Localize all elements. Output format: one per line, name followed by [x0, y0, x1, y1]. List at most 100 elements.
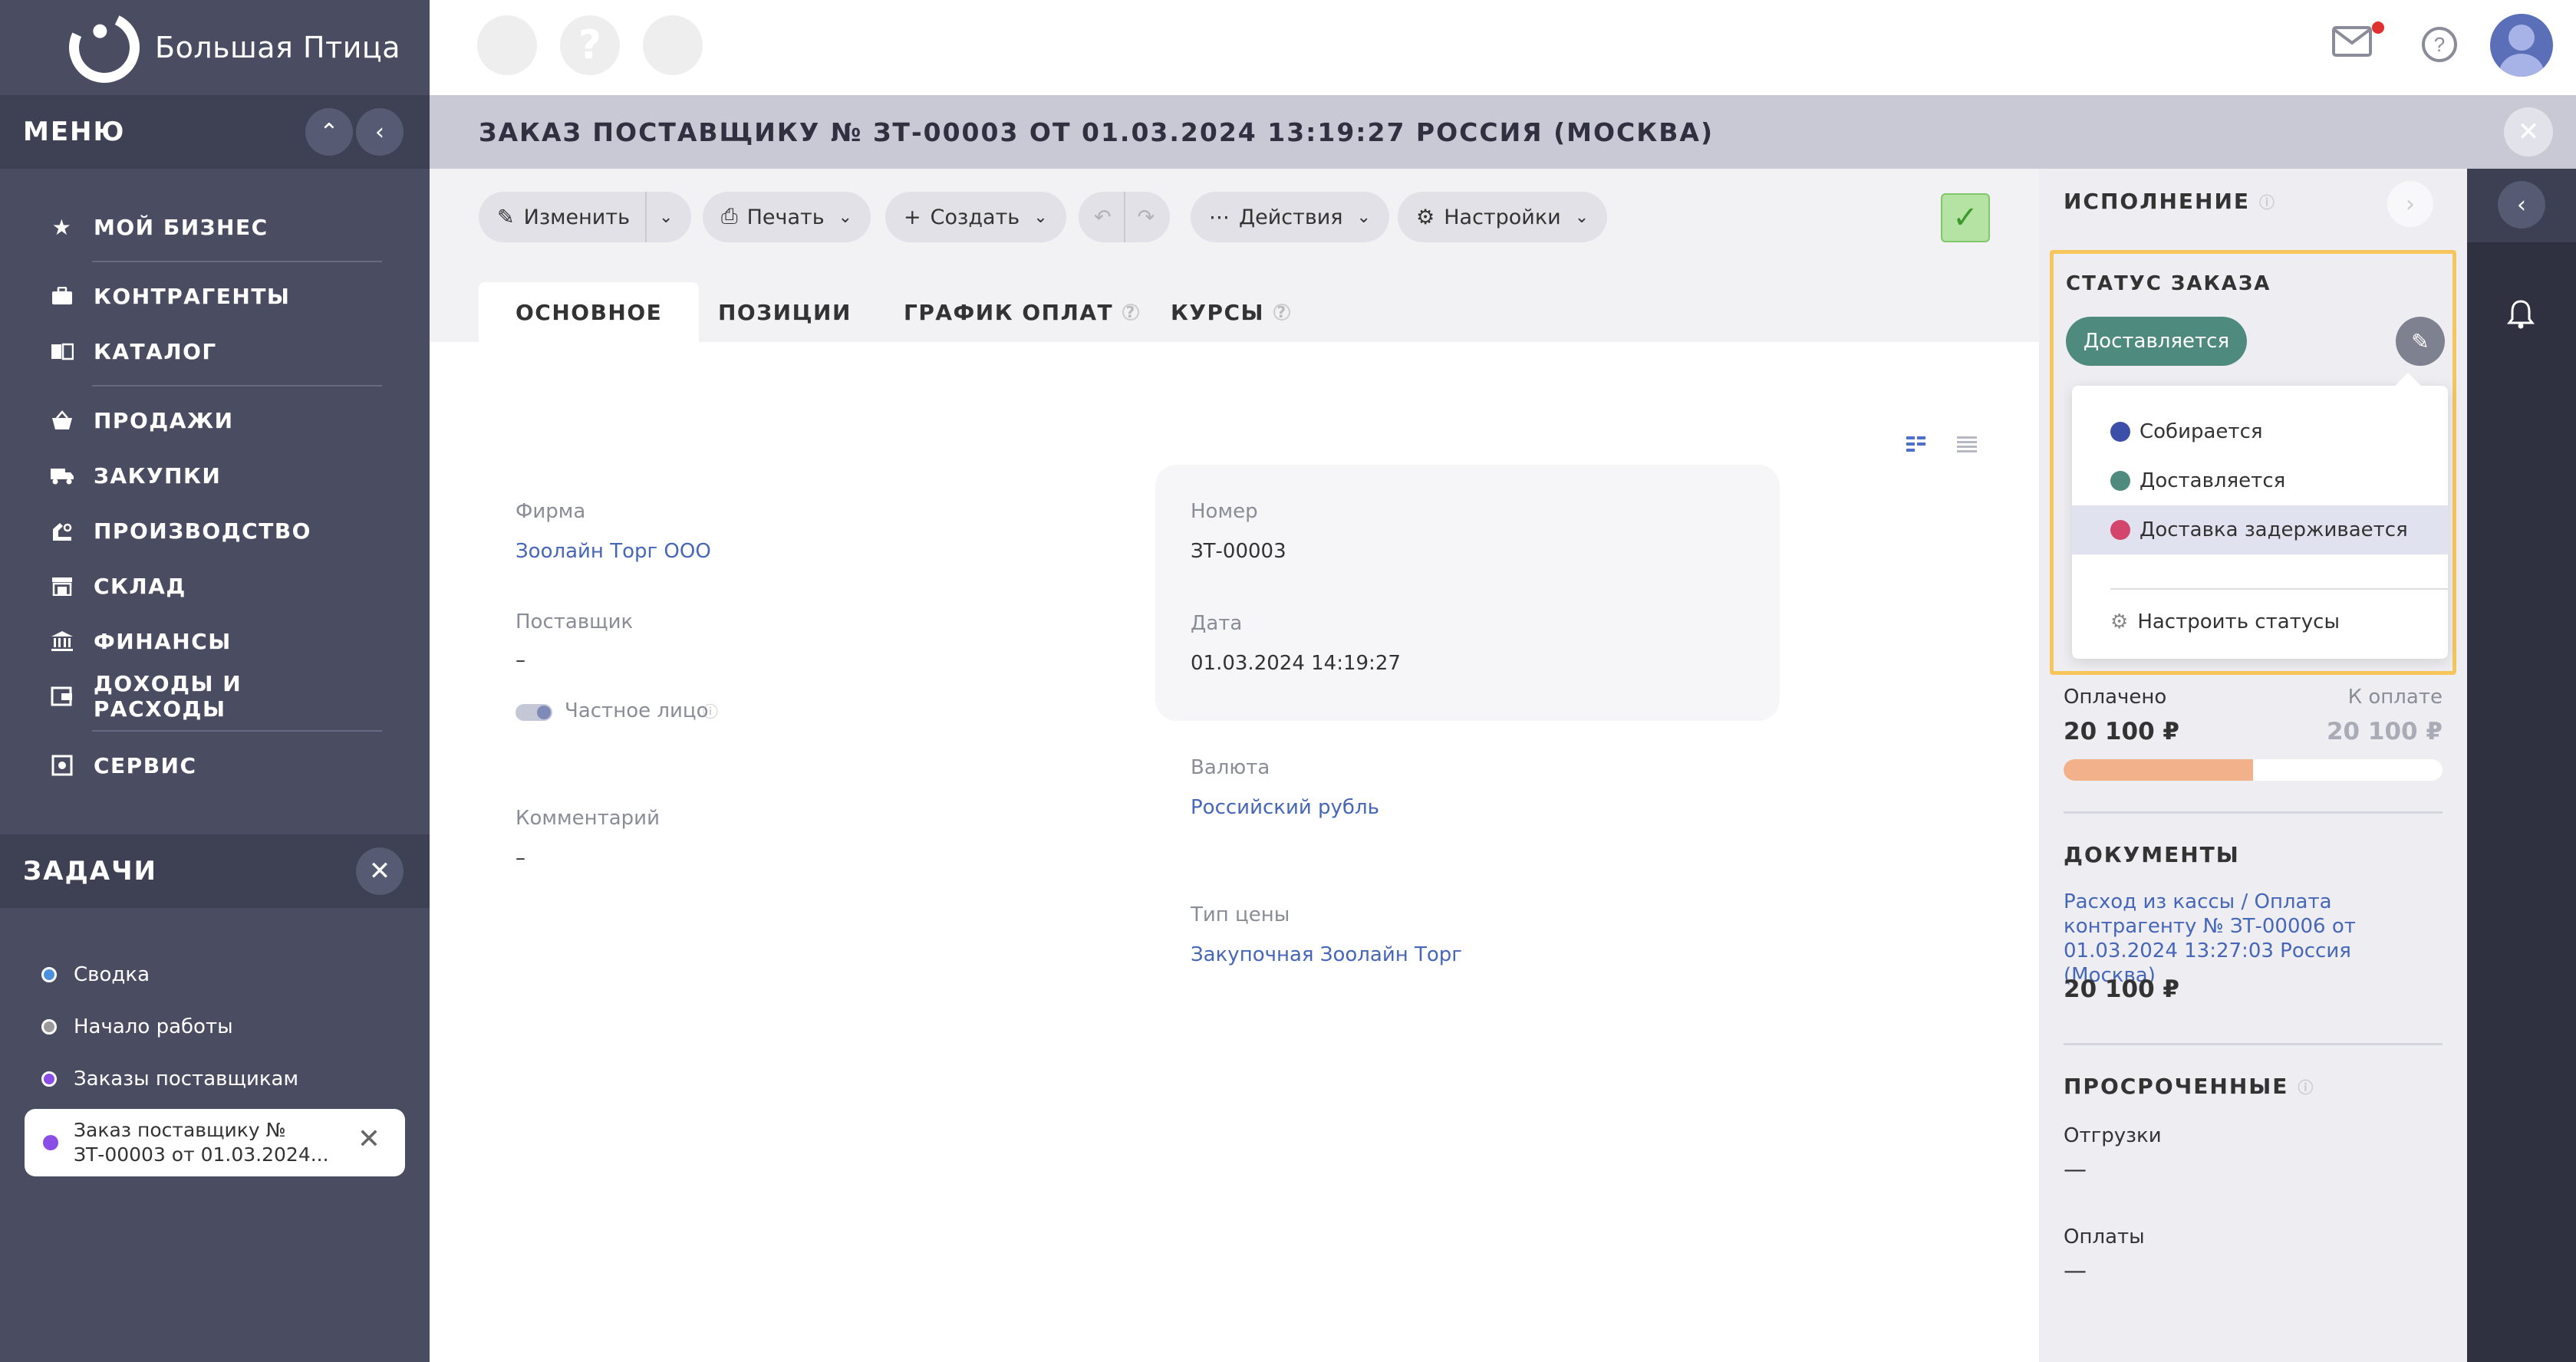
- menu-item-income-expenses[interactable]: ДОХОДЫ И РАСХОДЫ: [49, 669, 382, 724]
- undo-redo-group: ↶ ↷: [1079, 192, 1171, 242]
- tasks-header: ЗАДАЧИ ✕: [0, 834, 430, 908]
- overdue-title-text: ПРОСРОЧЕННЫЕ: [2064, 1074, 2289, 1099]
- toolbar-placeholder-button[interactable]: [643, 15, 703, 75]
- tab-main[interactable]: ОСНОВНОЕ: [479, 282, 700, 342]
- private-person-toggle[interactable]: [516, 704, 552, 721]
- menu-item-label: СКЛАД: [94, 573, 186, 599]
- execution-title-text: ИСПОЛНЕНИЕ: [2064, 189, 2251, 214]
- tab-positions[interactable]: ПОЗИЦИИ: [718, 282, 852, 342]
- collapse-left-button[interactable]: ‹: [356, 108, 404, 156]
- more-dots-icon: ⋯: [1209, 205, 1230, 229]
- task-item[interactable]: Сводка: [41, 963, 150, 986]
- menu-item-warehouse[interactable]: СКЛАД: [49, 558, 382, 614]
- avatar[interactable]: [2490, 14, 2553, 77]
- current-status-badge[interactable]: Доставляется: [2066, 317, 2247, 366]
- status-option-collecting[interactable]: Собирается: [2072, 407, 2448, 456]
- menu-item-production[interactable]: ПРОИЗВОДСТВО: [49, 503, 382, 558]
- close-tasks-button[interactable]: ✕: [356, 847, 404, 895]
- configure-statuses-label: Настроить статусы: [2137, 610, 2340, 633]
- comment-value[interactable]: –: [516, 847, 525, 870]
- question-icon: ?: [578, 22, 602, 68]
- menu-item-finances[interactable]: ФИНАНСЫ: [49, 614, 382, 669]
- currency-link[interactable]: Российский рубль: [1191, 796, 1379, 819]
- task-label: Начало работы: [74, 1015, 233, 1038]
- create-button[interactable]: + Создать ⌄: [885, 192, 1066, 242]
- toolbar-placeholder-button[interactable]: [477, 15, 537, 75]
- help-icon[interactable]: ?: [1273, 303, 1291, 321]
- collapse-right-button[interactable]: ‹: [2498, 181, 2545, 229]
- page-title-bar: ЗАКАЗ ПОСТАВЩИКУ № ЗТ-00003 ОТ 01.03.202…: [430, 95, 2576, 169]
- task-card-active[interactable]: Заказ поставщику № ЗТ-00003 от 01.03.202…: [25, 1109, 405, 1176]
- help-button[interactable]: ?: [2421, 26, 2458, 72]
- firm-link[interactable]: Зоолайн Торг ООО: [516, 540, 711, 563]
- edit-button[interactable]: ✎ Изменить ⌄: [479, 192, 692, 242]
- save-check-button[interactable]: ✓: [1941, 193, 1990, 242]
- chevron-down-icon[interactable]: ⌄: [659, 208, 673, 227]
- mail-button[interactable]: [2332, 23, 2372, 66]
- task-dot: [41, 1071, 57, 1087]
- svg-text:?: ?: [2434, 33, 2445, 56]
- status-option-delivering[interactable]: Доставляется: [2072, 456, 2448, 505]
- menu-item-service[interactable]: СЕРВИС: [49, 738, 382, 793]
- help-icon[interactable]: ⓘ: [703, 699, 718, 722]
- print-button[interactable]: ⎙ Печать ⌄: [703, 192, 871, 242]
- task-item[interactable]: Заказы поставщикам: [41, 1068, 298, 1091]
- status-option-label: Доставляется: [2140, 469, 2286, 492]
- two-column-view-icon[interactable]: [1906, 433, 1927, 458]
- undo-icon[interactable]: ↶: [1094, 206, 1112, 229]
- document-link[interactable]: Расход из кассы / Оплата контрагенту № З…: [2064, 890, 2443, 988]
- help-icon[interactable]: ⓘ: [2259, 190, 2276, 212]
- tab-rates[interactable]: КУРСЫ ?: [1171, 282, 1291, 342]
- tab-label: КУРСЫ: [1171, 299, 1265, 325]
- close-document-button[interactable]: ✕: [2504, 107, 2553, 156]
- documents-title: ДОКУМЕНТЫ: [2064, 842, 2240, 867]
- actions-button[interactable]: ⋯ Действия ⌄: [1191, 192, 1389, 242]
- gear-icon: ⚙: [1416, 205, 1435, 229]
- menu-item-contractors[interactable]: КОНТРАГЕНТЫ: [49, 268, 382, 324]
- supplier-value[interactable]: –: [516, 649, 525, 672]
- print-label: Печать: [746, 205, 825, 229]
- price-type-label: Тип цены: [1191, 903, 1290, 926]
- settings-button[interactable]: ⚙ Настройки ⌄: [1398, 192, 1608, 242]
- menu-item-catalog[interactable]: КАТАЛОГ: [49, 324, 382, 379]
- status-title: СТАТУС ЗАКАЗА: [2066, 272, 2271, 295]
- date-label: Дата: [1191, 612, 1243, 635]
- document-toolbar: ✎ Изменить ⌄ ⎙ Печать ⌄ + Создать ⌄ ↶ ↷ …: [430, 169, 2039, 265]
- status-option-label: Доставка задерживается: [2140, 518, 2408, 541]
- divider: [645, 192, 647, 242]
- price-type-link[interactable]: Закупочная Зоолайн Торг: [1191, 943, 1462, 966]
- status-dot: [2110, 422, 2130, 442]
- menu-item-purchases[interactable]: ЗАКУПКИ: [49, 448, 382, 503]
- close-icon[interactable]: ✕: [357, 1126, 380, 1153]
- bell-icon[interactable]: [2506, 299, 2535, 337]
- tab-payment-schedule[interactable]: ГРАФИК ОПЛАТ ?: [904, 282, 1140, 342]
- menu-item-sales[interactable]: ПРОДАЖИ: [49, 393, 382, 448]
- firm-label: Фирма: [516, 500, 586, 523]
- divider: [92, 730, 382, 732]
- list-view-icon[interactable]: [1956, 433, 1978, 458]
- logo[interactable]: Большая Птица: [0, 0, 430, 95]
- help-placeholder-button[interactable]: ?: [560, 15, 620, 75]
- menu-item-my-business[interactable]: ★ МОЙ БИЗНЕС: [49, 199, 382, 255]
- number-label: Номер: [1191, 500, 1258, 523]
- brand-name: Большая Птица: [155, 31, 401, 64]
- private-person-label: Частное лицо: [565, 699, 709, 722]
- redo-icon[interactable]: ↷: [1138, 206, 1155, 229]
- star-icon: ★: [51, 214, 73, 240]
- basket-icon: [49, 407, 75, 433]
- configure-statuses-item[interactable]: ⚙ Настроить статусы: [2072, 597, 2448, 646]
- status-option-delivery-delayed[interactable]: Доставка задерживается: [2072, 505, 2448, 554]
- chevron-left-icon: ‹: [375, 118, 384, 146]
- right-rail: ‹: [2467, 169, 2576, 1362]
- main-content: ✎ Изменить ⌄ ⎙ Печать ⌄ + Создать ⌄ ↶ ↷ …: [430, 169, 2039, 1362]
- task-label: Заказы поставщикам: [74, 1068, 299, 1091]
- to-pay-label: К оплате: [2347, 686, 2443, 709]
- help-icon[interactable]: ⓘ: [2298, 1075, 2314, 1097]
- expand-panel-button[interactable]: ›: [2387, 181, 2433, 227]
- document-amount: 20 100 ₽: [2064, 975, 2180, 1003]
- task-item[interactable]: Начало работы: [41, 1015, 233, 1038]
- help-icon[interactable]: ?: [1122, 303, 1140, 321]
- status-dot: [2110, 520, 2130, 540]
- collapse-up-button[interactable]: ⌃: [305, 108, 353, 156]
- edit-status-button[interactable]: ✎: [2396, 317, 2445, 366]
